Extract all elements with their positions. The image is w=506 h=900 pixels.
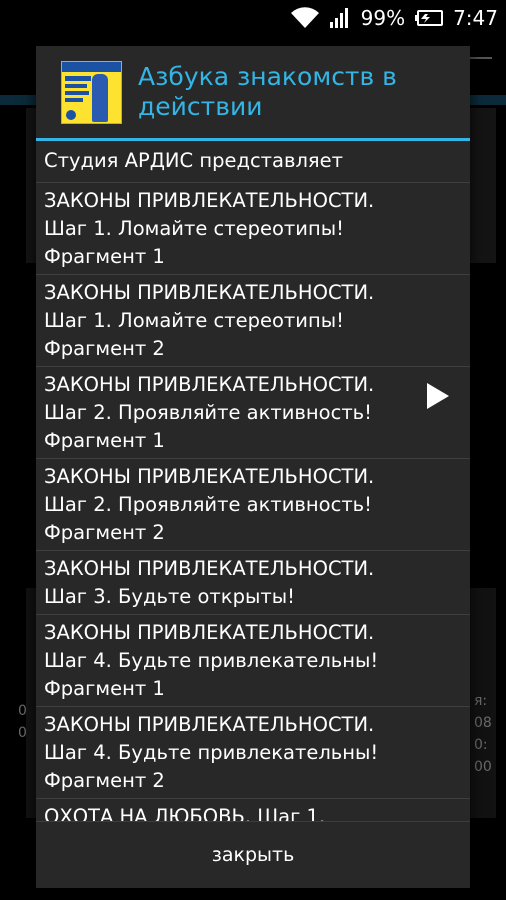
battery-percent: 99% bbox=[360, 6, 406, 30]
list-item[interactable]: Студия АРДИС представляет bbox=[36, 141, 470, 183]
clock: 7:47 bbox=[453, 6, 498, 30]
status-bar: 99% 7:47 bbox=[0, 0, 506, 36]
book-cover-icon bbox=[61, 61, 122, 124]
list-item[interactable]: ЗАКОНЫ ПРИВЛЕКАТЕЛЬНОСТИ. Шаг 4. Будьте … bbox=[36, 615, 470, 707]
close-button[interactable]: закрыть bbox=[36, 822, 470, 888]
background-text-left: 0 0 bbox=[18, 703, 27, 741]
list-item[interactable]: ЗАКОНЫ ПРИВЛЕКАТЕЛЬНОСТИ. Шаг 2. Проявля… bbox=[36, 367, 470, 459]
signal-icon bbox=[329, 7, 351, 29]
track-list-dialog: Азбука знакомств в действии Студия АРДИС… bbox=[36, 46, 470, 888]
battery-icon bbox=[415, 9, 444, 27]
play-icon[interactable] bbox=[427, 383, 449, 409]
list-item[interactable]: ЗАКОНЫ ПРИВЛЕКАТЕЛЬНОСТИ. Шаг 1. Ломайте… bbox=[36, 275, 470, 367]
dialog-header: Азбука знакомств в действии bbox=[36, 46, 470, 138]
list-item[interactable]: ЗАКОНЫ ПРИВЛЕКАТЕЛЬНОСТИ. Шаг 2. Проявля… bbox=[36, 459, 470, 551]
background-text-right: я: 08 0: 00 bbox=[474, 693, 492, 775]
list-item[interactable]: ЗАКОНЫ ПРИВЛЕКАТЕЛЬНОСТИ. Шаг 4. Будьте … bbox=[36, 707, 470, 799]
list-item[interactable]: ОХОТА НА ЛЮБОВЬ. Шаг 1. Начните первым р… bbox=[36, 799, 470, 821]
dialog-title: Азбука знакомств в действии bbox=[138, 62, 397, 121]
background-menu-line bbox=[470, 57, 492, 59]
list-item[interactable]: ЗАКОНЫ ПРИВЛЕКАТЕЛЬНОСТИ. Шаг 3. Будьте … bbox=[36, 551, 470, 615]
track-list[interactable]: Студия АРДИС представляет ЗАКОНЫ ПРИВЛЕК… bbox=[36, 141, 470, 821]
wifi-icon bbox=[290, 7, 319, 29]
list-item[interactable]: ЗАКОНЫ ПРИВЛЕКАТЕЛЬНОСТИ. Шаг 1. Ломайте… bbox=[36, 183, 470, 275]
